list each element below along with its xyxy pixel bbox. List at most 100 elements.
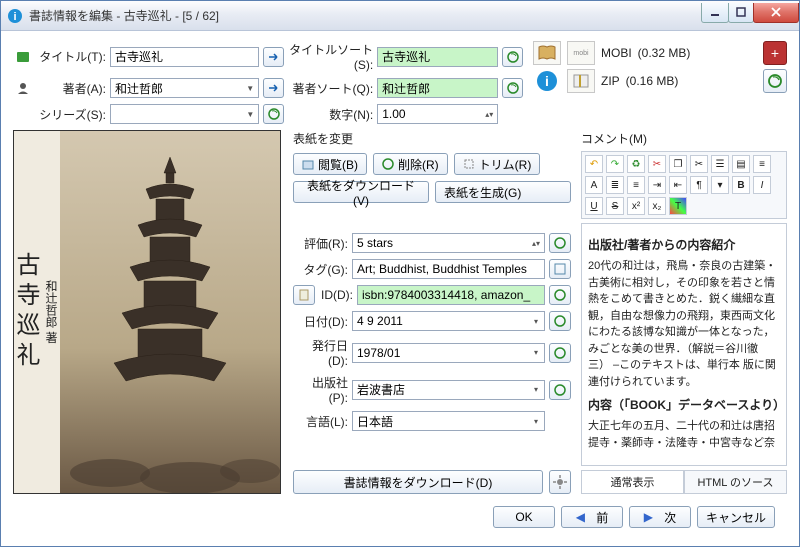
minimize-button[interactable] [701,3,729,23]
info-icon[interactable]: i [533,69,561,93]
pubdate-label: 発行日(D): [293,337,348,368]
book-icon[interactable] [533,41,561,65]
spinner-icon[interactable]: ▴▾ [529,235,543,251]
close-button[interactable] [753,3,799,23]
auto-titlesort-button[interactable] [502,47,523,67]
clear-series-button[interactable] [263,104,284,124]
chevron-down-icon[interactable]: ▼ [243,106,257,122]
author-label: 著者(A): [36,80,106,97]
browse-cover-button[interactable]: 閲覧(B) [293,153,367,175]
cover-image[interactable]: 和辻哲郎 著 古寺巡礼 岩波文庫 青 一四〇 ¹ [13,130,281,494]
author-input[interactable] [110,78,259,98]
id-input[interactable] [357,285,545,305]
prev-button[interactable]: ◀ 前 [561,506,623,528]
chevron-down-icon[interactable]: ▾ [529,413,543,429]
auto-authorsort-button[interactable] [502,78,523,98]
color-icon[interactable]: T [669,197,687,215]
clear-date-button[interactable] [549,311,571,331]
font-size-icon[interactable]: A [585,176,603,194]
underline-icon[interactable]: U [585,197,603,215]
clear-publisher-button[interactable] [549,380,571,400]
align-right-icon[interactable]: ≡ [627,176,645,194]
mobi-format-icon[interactable]: mobi [567,41,595,65]
remove-format-button[interactable] [763,69,787,93]
tab-html-source[interactable]: HTML のソース [684,471,787,494]
add-format-button[interactable]: + [763,41,787,65]
more-icon[interactable]: ▾ [711,176,729,194]
para-icon[interactable]: ¶ [690,176,708,194]
tags-input[interactable] [352,259,545,279]
list-icon[interactable]: ☰ [711,155,729,173]
zip-format-icon[interactable] [567,69,595,93]
swap-author-button[interactable] [263,78,284,98]
change-cover-label: 表紙を変更 [293,130,571,147]
titlebar: i 書誌情報を編集 - 古寺巡礼 - [5 / 62] [1,1,799,31]
clear-pubdate-button[interactable] [549,343,571,363]
config-download-button[interactable] [549,470,571,494]
comments-label: コメント(M) [581,130,787,147]
trim-cover-button[interactable]: トリム(R) [454,153,541,175]
subscript-icon[interactable]: x₂ [648,197,666,215]
titlesort-label: タイトルソート(S): [288,41,373,72]
chevron-down-icon[interactable]: ▾ [529,345,543,361]
language-input[interactable] [352,411,545,431]
chevron-down-icon[interactable]: ▾ [529,313,543,329]
author-icon[interactable] [13,78,32,98]
generate-cover-button[interactable]: 表紙を生成(G) [435,181,571,203]
pubdate-input[interactable] [352,343,545,363]
tags-label: タグ(G): [293,261,348,278]
italic-icon[interactable]: I [753,176,771,194]
publisher-input[interactable] [352,380,545,400]
cancel-button[interactable]: キャンセル [697,506,775,528]
spinner-icon[interactable]: ▴▾ [482,106,496,122]
format-zip-size: (0.16 MB) [626,74,679,88]
maximize-button[interactable] [728,3,754,23]
outdent-icon[interactable]: ⇤ [669,176,687,194]
id-label: ID(D): [317,288,353,302]
date-input[interactable] [352,311,545,331]
next-button[interactable]: ▶ 次 [629,506,691,528]
tab-normal[interactable]: 通常表示 [581,471,684,494]
enumlist-icon[interactable]: ▤ [732,155,750,173]
title-input[interactable] [110,47,259,67]
series-input[interactable] [110,104,259,124]
comments-toolbar: ↶ ↷ ♻ ✂ ❐ ✂ ☰ ▤ ≡ A ≣ ≡ ⇥ ⇤ ¶ ▾ B [581,151,787,219]
align-left-icon[interactable]: ≡ [753,155,771,173]
cut-icon[interactable]: ✂ [648,155,666,173]
rating-input[interactable] [352,233,545,253]
svg-text:i: i [545,73,549,89]
delete-cover-button[interactable]: 削除(R) [373,153,448,175]
download-metadata-button[interactable]: 書誌情報をダウンロード(D) [293,470,543,494]
title-icon[interactable] [13,47,32,67]
recycle-icon[interactable]: ♻ [627,155,645,173]
paste-icon[interactable]: ✂ [690,155,708,173]
bold-icon[interactable]: B [732,176,750,194]
number-label: 数字(N): [288,106,373,123]
superscript-icon[interactable]: x² [627,197,645,215]
publisher-label: 出版社(P): [293,374,348,405]
chevron-down-icon[interactable]: ▼ [243,80,257,96]
undo-icon[interactable]: ↶ [585,155,603,173]
format-zip-name: ZIP [601,74,620,88]
clear-id-button[interactable] [549,285,571,305]
download-cover-button[interactable]: 表紙をダウンロード(V) [293,181,429,203]
titlesort-input[interactable] [377,47,498,67]
number-input[interactable] [377,104,498,124]
comments-body[interactable]: 出版社/著者からの内容紹介 20代の和辻は，飛鳥・奈良の古建築・古美術に相対し，… [581,223,787,466]
title-label: タイトル(T): [36,48,106,65]
redo-icon[interactable]: ↷ [606,155,624,173]
paste-id-button[interactable] [293,285,315,305]
cover-photo [60,131,280,493]
ok-button[interactable]: OK [493,506,555,528]
edit-tags-button[interactable] [549,259,571,279]
clear-rating-button[interactable] [549,233,571,253]
copy-icon[interactable]: ❐ [669,155,687,173]
indent-icon[interactable]: ⇥ [648,176,666,194]
authorsort-input[interactable] [377,78,498,98]
swap-title-button[interactable] [263,47,284,67]
chevron-down-icon[interactable]: ▾ [529,382,543,398]
authorsort-label: 著者ソート(Q): [288,80,373,97]
strike-icon[interactable]: S [606,197,624,215]
align-center-icon[interactable]: ≣ [606,176,624,194]
series-label: シリーズ(S): [36,106,106,123]
